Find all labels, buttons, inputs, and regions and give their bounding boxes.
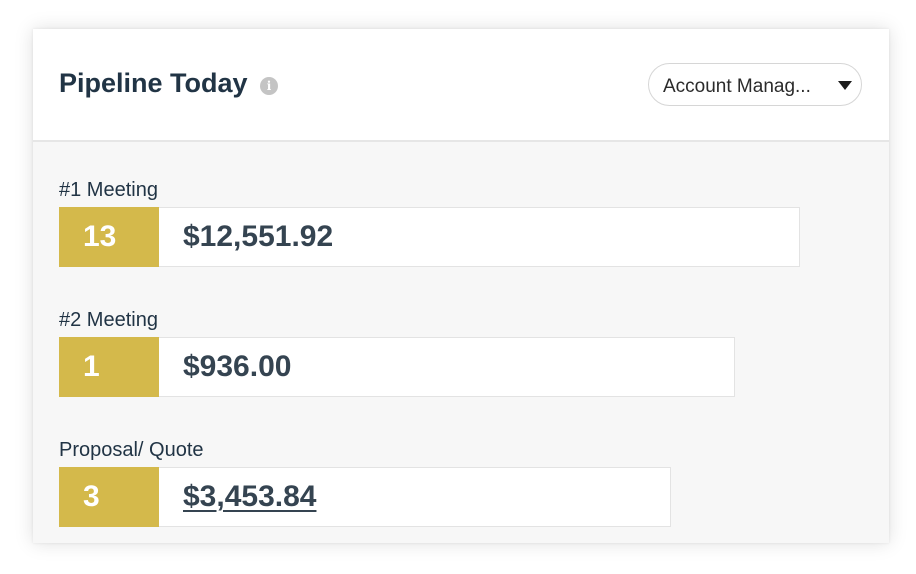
stage-count: 3 [59,467,159,527]
account-manager-select[interactable]: Account Manag... [648,63,862,106]
stage-amount-link[interactable]: $3,453.84 [159,467,671,527]
select-value: Account Manag... [663,76,811,97]
stage-label: #1 Meeting [59,179,158,201]
stage-label: #2 Meeting [59,309,158,331]
stage-bar: 3 $3,453.84 [59,467,671,529]
stage-amount: $936.00 [159,337,735,397]
page-title: Pipeline Today [59,68,248,98]
stage-count: 1 [59,337,159,397]
stage-bar: 13 $12,551.92 [59,207,800,269]
info-icon[interactable]: i [260,77,278,95]
stage-bar: 1 $936.00 [59,337,735,399]
card-header: Pipeline Today i Account Manag... [33,29,889,142]
stage-amount: $12,551.92 [159,207,800,267]
pipeline-card: Pipeline Today i Account Manag... #1 Mee… [33,29,889,543]
stage-count: 13 [59,207,159,267]
stage-label: Proposal/ Quote [59,439,204,461]
chevron-down-icon [838,81,852,90]
